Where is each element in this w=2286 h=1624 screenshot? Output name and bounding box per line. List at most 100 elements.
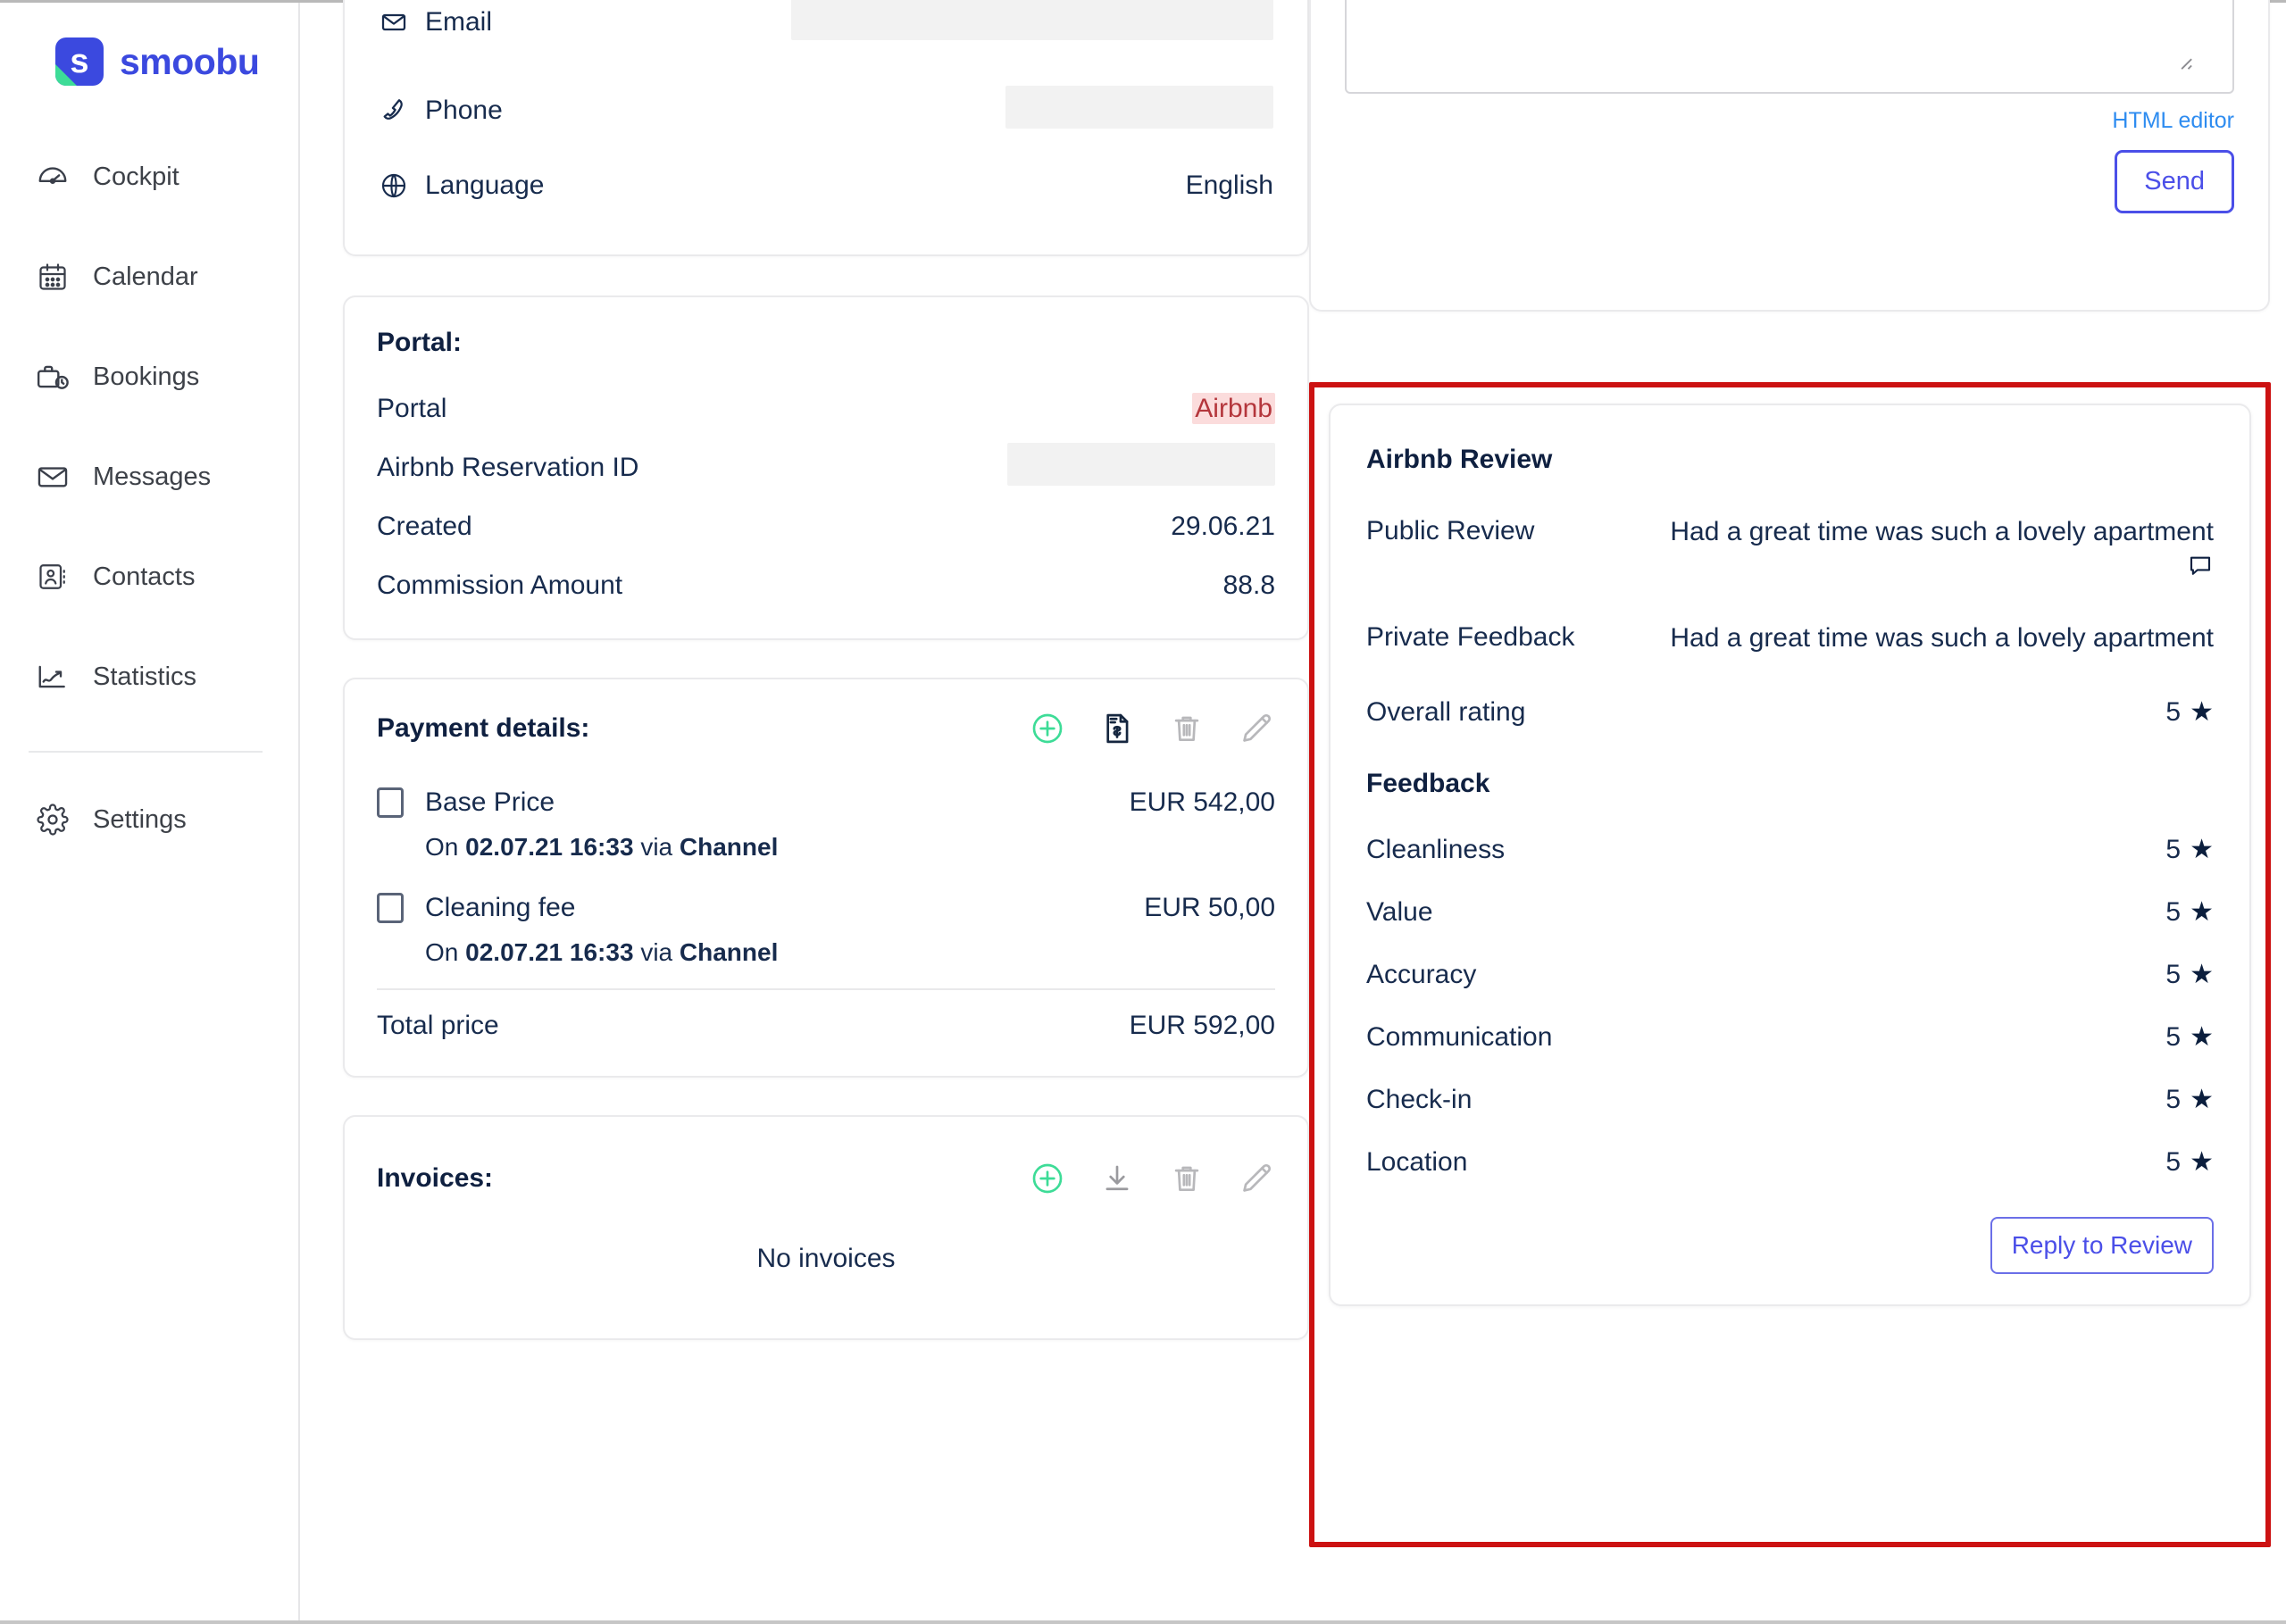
feedback-heading: Feedback [1366,768,1490,798]
feedback-label: Communication [1366,1021,1553,1052]
payment-item: Base Price EUR 542,00 On 02.07.21 16:33 … [377,778,1275,862]
portal-row-portal: Portal Airbnb [377,379,1275,438]
contact-label-language: Language [379,171,544,201]
plus-circle-icon[interactable] [1029,710,1066,747]
sidebar-item-cockpit[interactable]: Cockpit [0,151,298,203]
pencil-icon[interactable] [1238,1160,1275,1197]
sidebar-item-settings[interactable]: Settings [0,794,298,845]
payment-item-name: Cleaning fee [425,893,576,922]
html-editor-link[interactable]: HTML editor [1345,108,2234,134]
feedback-row-communication: Communication 5 ★ [1366,1022,2214,1053]
sidebar-item-label: Settings [93,804,187,834]
envelope-icon [379,7,409,37]
contact-value-email [791,0,1273,47]
payment-total-row: Total price EUR 592,00 [377,1001,1275,1051]
payment-total-value: EUR 592,00 [1129,1011,1275,1040]
feedback-value: 5 [2165,1146,2182,1177]
review-row-private-feedback: Private Feedback Had a great time was su… [1366,620,2214,656]
contact-label-text: Phone [425,96,503,125]
payment-item-meta: On 02.07.21 16:33 via Channel [377,938,1275,967]
chart-line-icon [36,660,70,694]
feedback-value-wrap: 5 ★ [2165,1022,2214,1053]
sidebar-item-bookings[interactable]: Bookings [0,351,298,403]
private-feedback-label: Private Feedback [1366,622,1575,653]
payment-card-actions [1029,710,1275,747]
sidebar-item-calendar[interactable]: Calendar [0,251,298,303]
feedback-label: Accuracy [1366,959,1477,989]
payment-via-source: Channel [679,938,779,966]
sidebar-item-contacts[interactable]: Contacts [0,551,298,603]
contact-row-phone: Phone [377,63,1275,158]
trash-icon[interactable] [1168,1160,1206,1197]
brand-logo[interactable]: s smoobu [0,28,298,96]
payment-checkbox[interactable] [377,787,404,818]
feedback-label: Check-in [1366,1084,1473,1114]
speedometer-icon [36,160,70,194]
trash-icon[interactable] [1168,710,1206,747]
star-icon: ★ [2190,959,2214,989]
invoices-empty-state: No invoices [756,1244,896,1273]
globe-icon [379,171,409,201]
payment-via-prefix: via [640,833,673,861]
sidebar-item-statistics[interactable]: Statistics [0,651,298,703]
payment-date: 02.07.21 16:33 [465,938,634,966]
payment-item-row: Base Price EUR 542,00 [377,778,1275,828]
redacted-phone [1005,86,1273,129]
sidebar-item-label: Statistics [93,662,197,691]
star-icon: ★ [2190,834,2214,864]
public-review-label: Public Review [1366,516,1535,545]
reply-row: Reply to Review [1366,1216,2214,1274]
feedback-row-value: Value 5 ★ [1366,897,2214,928]
sidebar-item-messages[interactable]: Messages [0,451,298,503]
reply-to-review-button[interactable]: Reply to Review [1990,1216,2214,1274]
payment-checkbox[interactable] [377,893,404,923]
briefcase-clock-icon [36,360,70,394]
star-icon: ★ [2190,1084,2214,1114]
message-compose-card: HTML editor Send [1309,0,2270,312]
feedback-value: 5 [2165,896,2182,927]
feedback-label: Value [1366,896,1433,927]
contact-label-text: Language [425,171,545,200]
pencil-icon[interactable] [1238,710,1275,747]
payment-via-prefix: via [640,938,673,966]
portal-badge-airbnb: Airbnb [1192,393,1275,424]
phone-icon [379,96,409,126]
payment-details-card: Payment details: Base Price EUR 542,00 O… [343,678,1309,1078]
overall-rating-value-wrap: 5 ★ [2165,697,2214,728]
feedback-value-wrap: 5 ★ [2165,897,2214,928]
feedback-value-wrap: 5 ★ [2165,1147,2214,1178]
invoices-card: Invoices: No invoices [343,1115,1309,1340]
feedback-row-check-in: Check-in 5 ★ [1366,1085,2214,1115]
download-icon[interactable] [1098,1160,1136,1197]
contact-label-phone: Phone [379,96,503,126]
star-icon: ★ [2190,896,2214,927]
feedback-row-cleanliness: Cleanliness 5 ★ [1366,835,2214,865]
review-card-title: Airbnb Review [1366,445,1553,474]
public-review-value: Had a great time was such a lovely apart… [1670,517,2214,546]
payment-item: Cleaning fee EUR 50,00 On 02.07.21 16:33… [377,883,1275,967]
comment-bubble-icon[interactable] [2187,553,2214,589]
star-icon: ★ [2190,696,2214,727]
invoices-card-title: Invoices: [377,1163,494,1193]
payment-item-row: Cleaning fee EUR 50,00 [377,883,1275,933]
payment-item-amount: EUR 542,00 [1129,787,1275,817]
portal-value: Airbnb [1192,393,1275,424]
feedback-value: 5 [2165,1084,2182,1114]
portal-label: Commission Amount [377,570,623,600]
payment-item-meta: On 02.07.21 16:33 via Channel [377,833,1275,862]
payment-card-header: Payment details: [377,710,1275,747]
review-row-public-review: Public Review Had a great time was such … [1366,514,2214,588]
send-button[interactable]: Send [2115,150,2234,213]
overall-rating-value: 5 [2165,696,2182,727]
portal-label: Created [377,512,472,541]
message-input[interactable] [1345,0,2234,94]
sidebar-item-label: Calendar [93,262,198,291]
brand-name: smoobu [120,40,260,82]
logo-letter: s [70,43,89,80]
review-row-overall-rating: Overall rating 5 ★ [1366,697,2214,728]
feedback-row-accuracy: Accuracy 5 ★ [1366,960,2214,990]
invoice-dollar-icon[interactable] [1098,710,1136,747]
contact-value-phone [1005,86,1273,136]
redacted-reservation-id [1007,443,1275,486]
plus-circle-icon[interactable] [1029,1160,1066,1197]
